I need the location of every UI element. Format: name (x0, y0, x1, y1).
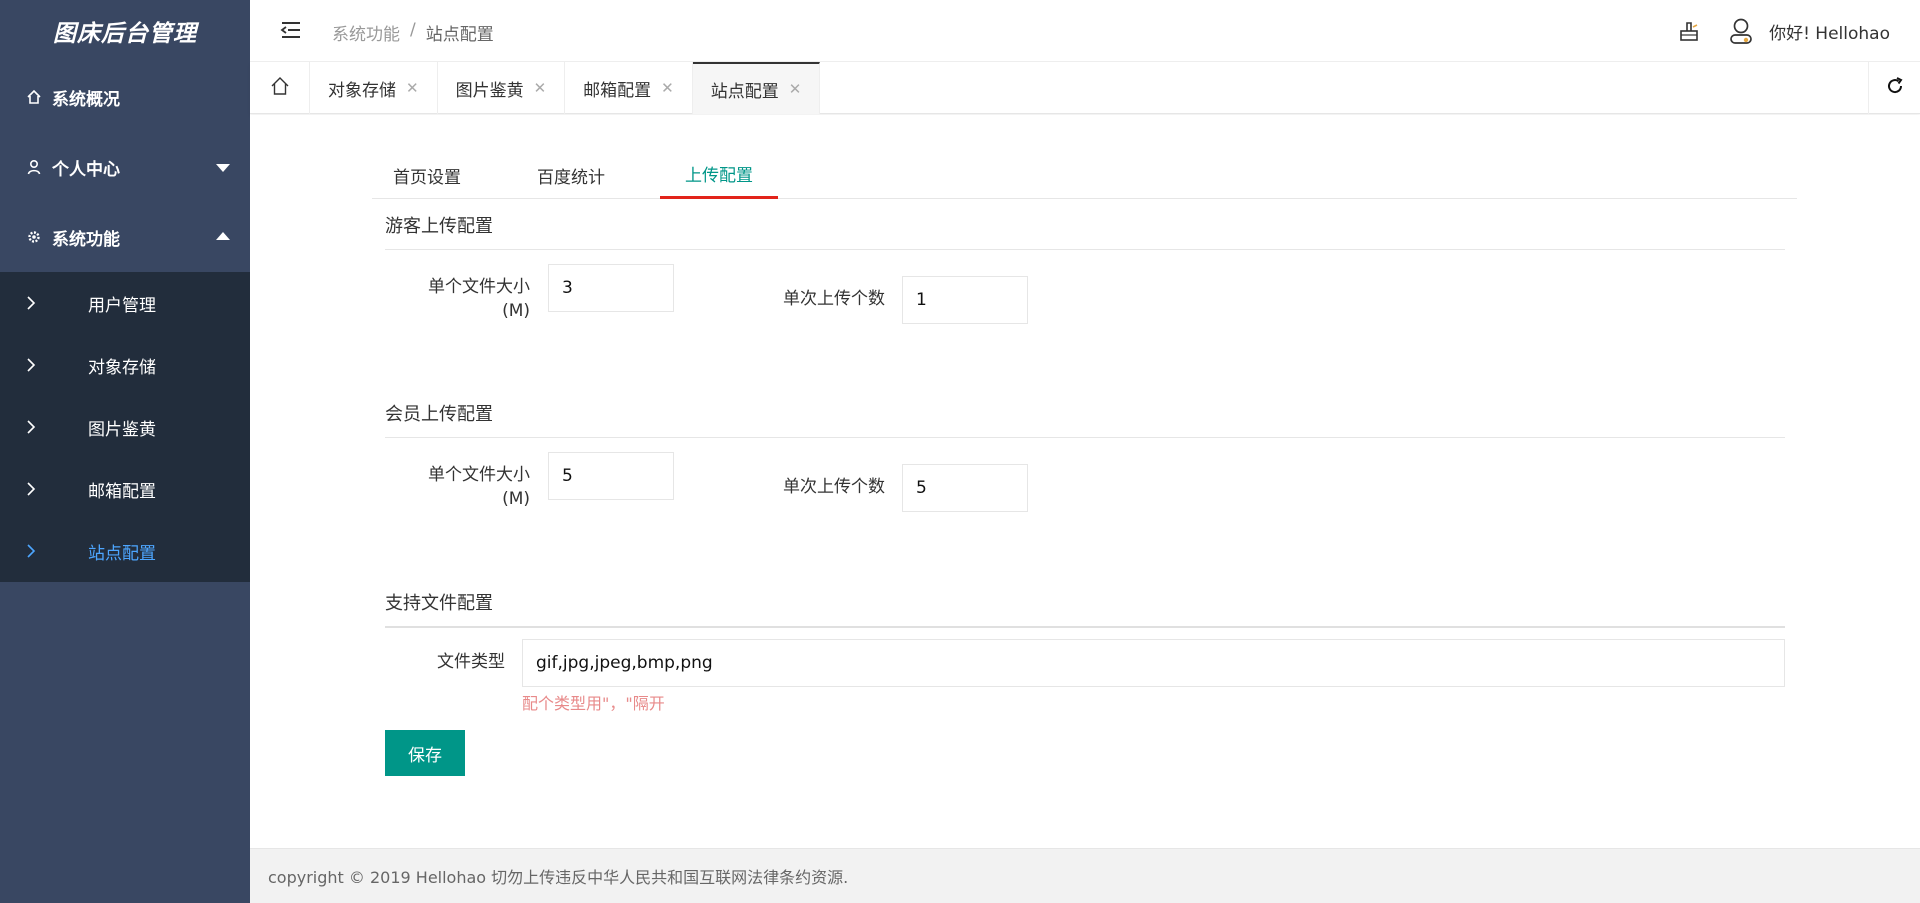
home-icon (270, 76, 290, 101)
user-avatar-icon[interactable] (1727, 17, 1755, 45)
tab-object-storage[interactable]: 对象存储 ✕ (310, 62, 438, 114)
sidebar-item-overview[interactable]: 系统概况 (0, 62, 250, 132)
copyright-text: copyright © 2019 Hellohao 切勿上传违反中华人民共和国互… (268, 868, 849, 887)
page-tabs-bar: 对象存储 ✕ 图片鉴黄 ✕ 邮箱配置 ✕ 站点配置 ✕ (250, 62, 1920, 114)
guest-section-title: 游客上传配置 (385, 216, 493, 237)
refresh-button[interactable] (1868, 62, 1920, 114)
subtab-upload-config[interactable]: 上传配置 (660, 151, 778, 199)
close-icon[interactable]: ✕ (789, 80, 802, 98)
subtab-baidu-stats[interactable]: 百度统计 (516, 151, 626, 199)
close-icon[interactable]: ✕ (661, 79, 674, 97)
sidebar-item-label: 系统功能 (52, 229, 120, 250)
breadcrumb-current: 站点配置 (425, 25, 494, 45)
guest-size-label: 单个文件大小 (M) (410, 275, 530, 323)
tab-label: 对象存储 (328, 80, 396, 101)
member-file-size-input[interactable]: 5 (548, 452, 674, 500)
chevron-right-icon (26, 358, 46, 372)
guest-count-label: 单次上传个数 (783, 289, 885, 309)
tab-mail-config[interactable]: 邮箱配置 ✕ (565, 62, 693, 114)
chevron-right-icon (26, 420, 46, 434)
filetypes-input[interactable]: gif,jpg,jpeg,bmp,png (522, 639, 1785, 687)
clear-cache-icon[interactable] (1675, 17, 1703, 45)
gear-icon (26, 229, 42, 245)
label-line: 单个文件大小 (428, 277, 530, 297)
breadcrumb-separator: / (410, 20, 416, 40)
caret-up-icon (216, 232, 230, 240)
member-count-label: 单次上传个数 (783, 477, 885, 497)
label-line: 单个文件大小 (428, 465, 530, 485)
sidebar-item-label: 个人中心 (52, 159, 120, 180)
section-divider (385, 626, 1785, 628)
menu-toggle-icon[interactable] (280, 19, 302, 41)
sidebar-item-mail[interactable]: 邮箱配置 (0, 458, 250, 520)
footer: copyright © 2019 Hellohao 切勿上传违反中华人民共和国互… (250, 848, 1920, 903)
sidebar-item-image-review[interactable]: 图片鉴黄 (0, 396, 250, 458)
tab-home[interactable] (250, 62, 310, 114)
sidebar-item-site-config[interactable]: 站点配置 (0, 520, 250, 582)
member-upload-count-input[interactable]: 5 (902, 464, 1028, 512)
sidebar-submenu: 用户管理 对象存储 图片鉴黄 邮箱配置 站点配置 (0, 272, 250, 582)
subtab-homepage[interactable]: 首页设置 (372, 151, 482, 199)
main-content: 首页设置 百度统计 上传配置 游客上传配置 单个文件大小 (M) 3 单次上传个… (250, 115, 1920, 848)
sidebar-item-system[interactable]: 系统功能 (0, 202, 250, 272)
sidebar-item-label: 系统概况 (52, 89, 120, 110)
user-icon (26, 159, 42, 175)
tab-label: 站点配置 (710, 81, 779, 102)
tab-label: 图片鉴黄 (455, 80, 524, 101)
filetypes-section-title: 支持文件配置 (385, 593, 493, 614)
sidebar-item-label: 用户管理 (88, 295, 156, 316)
section-divider (385, 437, 1785, 438)
sidebar-item-label: 邮箱配置 (88, 481, 156, 502)
sidebar-item-object-storage[interactable]: 对象存储 (0, 334, 250, 396)
sidebar-item-label: 对象存储 (88, 357, 156, 378)
tab-image-review[interactable]: 图片鉴黄 ✕ (438, 62, 566, 114)
breadcrumb: 系统功能 / 站点配置 (332, 20, 494, 45)
home-icon (26, 89, 42, 105)
filetypes-hint: 配个类型用"，"隔开 (522, 694, 665, 713)
app-logo: 图床后台管理 (0, 0, 250, 62)
close-icon[interactable]: ✕ (534, 79, 547, 97)
label-line: (M) (502, 489, 530, 509)
guest-upload-count-input[interactable]: 1 (902, 276, 1028, 324)
sidebar-item-users[interactable]: 用户管理 (0, 272, 250, 334)
guest-file-size-input[interactable]: 3 (548, 264, 674, 312)
user-greeting[interactable]: 你好! Hellohao (1769, 19, 1890, 44)
tab-label: 邮箱配置 (583, 80, 652, 101)
breadcrumb-item[interactable]: 系统功能 (332, 20, 400, 45)
member-size-label: 单个文件大小 (M) (410, 463, 530, 511)
filetypes-label: 文件类型 (437, 652, 505, 672)
sidebar: 图床后台管理 系统概况 个人中心 系统功能 用户管理 对象存储 图片鉴黄 邮箱配… (0, 0, 250, 903)
close-icon[interactable]: ✕ (406, 79, 419, 97)
header-actions: 你好! Hellohao (1675, 0, 1890, 62)
sidebar-item-label: 站点配置 (88, 543, 156, 564)
chevron-right-icon (26, 544, 46, 558)
sidebar-item-personal[interactable]: 个人中心 (0, 132, 250, 202)
settings-subtabs: 首页设置 百度统计 上传配置 (372, 151, 1797, 199)
label-line: (M) (502, 301, 530, 321)
chevron-right-icon (26, 296, 46, 310)
tab-site-config[interactable]: 站点配置 ✕ (692, 62, 821, 114)
top-header: 系统功能 / 站点配置 你好! Hellohao (250, 0, 1920, 62)
chevron-right-icon (26, 482, 46, 496)
member-section-title: 会员上传配置 (385, 404, 493, 425)
caret-down-icon (216, 164, 230, 172)
refresh-icon (1885, 76, 1905, 101)
section-divider (385, 249, 1785, 250)
save-button[interactable]: 保存 (385, 730, 465, 776)
sidebar-item-label: 图片鉴黄 (88, 419, 156, 440)
